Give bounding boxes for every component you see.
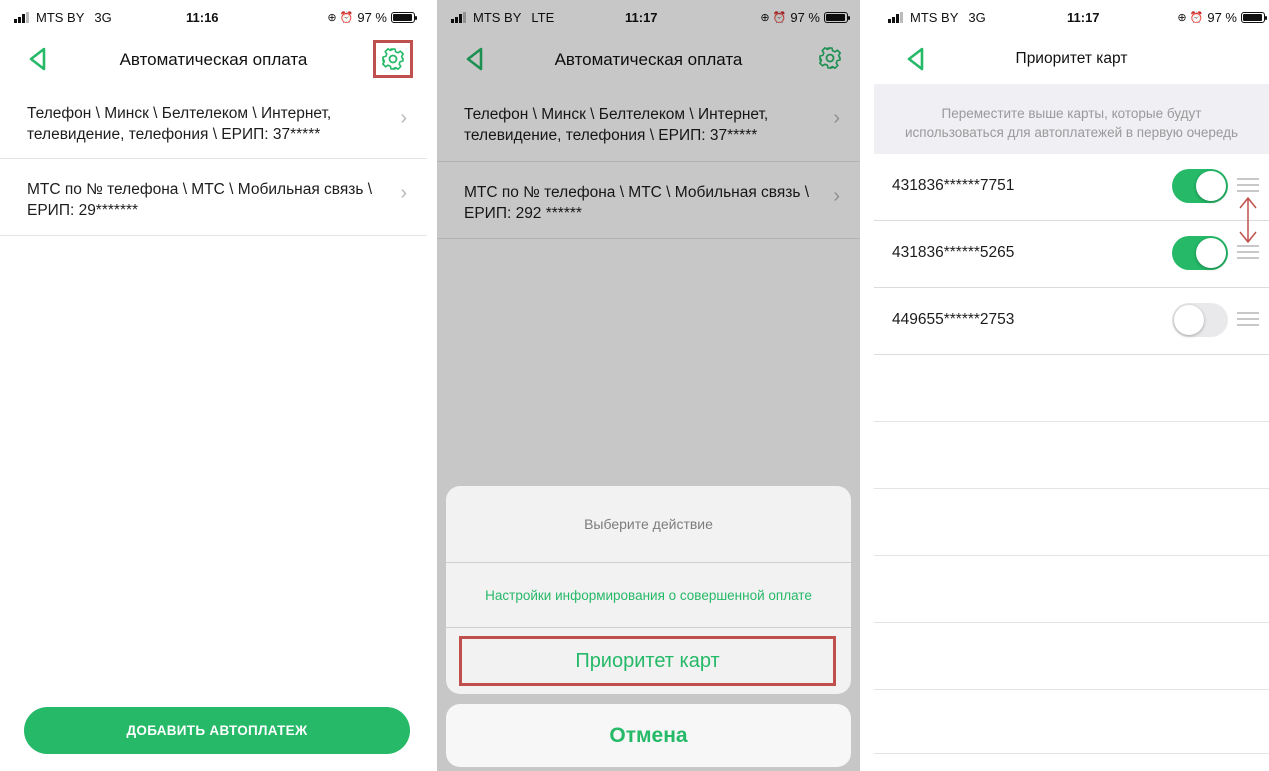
signal-icon xyxy=(888,12,903,23)
card-row[interactable]: 431836******7751 xyxy=(874,154,1269,221)
action-sheet: Выберите действие Настройки информирован… xyxy=(446,486,851,694)
settings-button[interactable] xyxy=(373,40,413,78)
signal-icon xyxy=(14,12,29,23)
battery-percent: 97 % xyxy=(357,10,387,25)
toggle-knob xyxy=(1174,305,1204,335)
reorder-arrow-icon xyxy=(1239,197,1257,243)
status-right: ⊕ ⏰ 97 % xyxy=(327,10,417,25)
chevron-right-icon: › xyxy=(400,182,407,204)
card-number: 449655******2753 xyxy=(892,311,1015,328)
alarm-icon: ⊕ ⏰ xyxy=(327,12,354,24)
empty-row xyxy=(874,623,1269,690)
card-enabled-toggle[interactable] xyxy=(1172,236,1228,270)
screen-auto-payment: MTS BY 3G 11:16 ⊕ ⏰ 97 % Автоматическая … xyxy=(0,0,427,771)
empty-row xyxy=(874,422,1269,489)
priority-hint: Переместите выше карты, которые будут ис… xyxy=(874,84,1269,154)
nav-bar: Автоматическая оплата xyxy=(0,34,427,84)
empty-row xyxy=(874,556,1269,623)
item-line2: телевидение, телефония \ ЕРИП: 37***** xyxy=(27,126,321,143)
alarm-icon: ⊕ ⏰ xyxy=(1177,12,1204,24)
screen-card-priority: MTS BY 3G 11:17 ⊕ ⏰ 97 % Приоритет карт … xyxy=(874,0,1269,771)
add-auto-payment-button[interactable]: ДОБАВИТЬ АВТОПЛАТЕЖ xyxy=(24,707,410,754)
toggle-knob xyxy=(1196,238,1226,268)
page-title: Автоматическая оплата xyxy=(119,50,308,69)
auto-payment-item[interactable]: МТС по № телефона \ МТС \ Мобильная связ… xyxy=(0,159,427,236)
carrier-info: MTS BY 3G xyxy=(14,10,112,25)
empty-row xyxy=(874,690,1269,754)
card-row[interactable]: 431836******5265 xyxy=(874,221,1269,288)
status-right: ⊕ ⏰ 97 % xyxy=(1177,10,1267,25)
chevron-right-icon: › xyxy=(400,107,407,129)
page-title: Приоритет карт xyxy=(1015,50,1128,67)
screen-action-sheet: MTS BY LTE 11:17 ⊕ ⏰ 97 % Автоматическая… xyxy=(437,0,860,771)
empty-row xyxy=(874,355,1269,422)
item-line2: ЕРИП: 29******* xyxy=(27,202,139,219)
toggle-knob xyxy=(1196,171,1226,201)
hint-line2: использоваться для автоплатежей в первую… xyxy=(904,125,1239,140)
status-time: 11:16 xyxy=(186,10,219,25)
item-line1: МТС по № телефона \ МТС \ Мобильная связ… xyxy=(27,181,373,198)
gear-icon xyxy=(382,48,404,70)
card-number: 431836******5265 xyxy=(892,244,1015,261)
carrier-name: MTS BY xyxy=(910,10,959,25)
card-row[interactable]: 449655******2753 xyxy=(874,288,1269,355)
nav-bar: Приоритет карт xyxy=(874,34,1269,84)
battery-percent: 97 % xyxy=(1207,10,1237,25)
sheet-title: Выберите действие xyxy=(446,486,851,563)
card-enabled-toggle[interactable] xyxy=(1172,169,1228,203)
empty-row xyxy=(874,489,1269,556)
item-line1: Телефон \ Минск \ Белтелеком \ Интернет, xyxy=(27,105,332,122)
network-type: 3G xyxy=(968,10,986,25)
battery-icon xyxy=(391,12,417,23)
drag-handle-icon[interactable] xyxy=(1237,245,1259,259)
drag-handle-icon[interactable] xyxy=(1237,312,1259,326)
auto-payment-item[interactable]: Телефон \ Минск \ Белтелеком \ Интернет,… xyxy=(0,84,427,159)
card-priority-option[interactable]: Приоритет карт xyxy=(459,636,836,686)
cancel-button[interactable]: Отмена xyxy=(446,704,851,767)
carrier-info: MTS BY 3G xyxy=(888,10,986,25)
status-bar: MTS BY 3G 11:16 ⊕ ⏰ 97 % xyxy=(0,0,427,34)
battery-icon xyxy=(1241,12,1267,23)
network-type: 3G xyxy=(94,10,112,25)
status-bar: MTS BY 3G 11:17 ⊕ ⏰ 97 % xyxy=(874,0,1269,34)
card-enabled-toggle[interactable] xyxy=(1172,303,1228,337)
notification-settings-option[interactable]: Настройки информирования о совершенной о… xyxy=(446,563,851,628)
status-time: 11:17 xyxy=(1067,10,1100,25)
hint-line1: Переместите выше карты, которые будут xyxy=(941,106,1202,121)
card-number: 431836******7751 xyxy=(892,177,1015,194)
carrier-name: MTS BY xyxy=(36,10,85,25)
drag-handle-icon[interactable] xyxy=(1237,178,1259,192)
